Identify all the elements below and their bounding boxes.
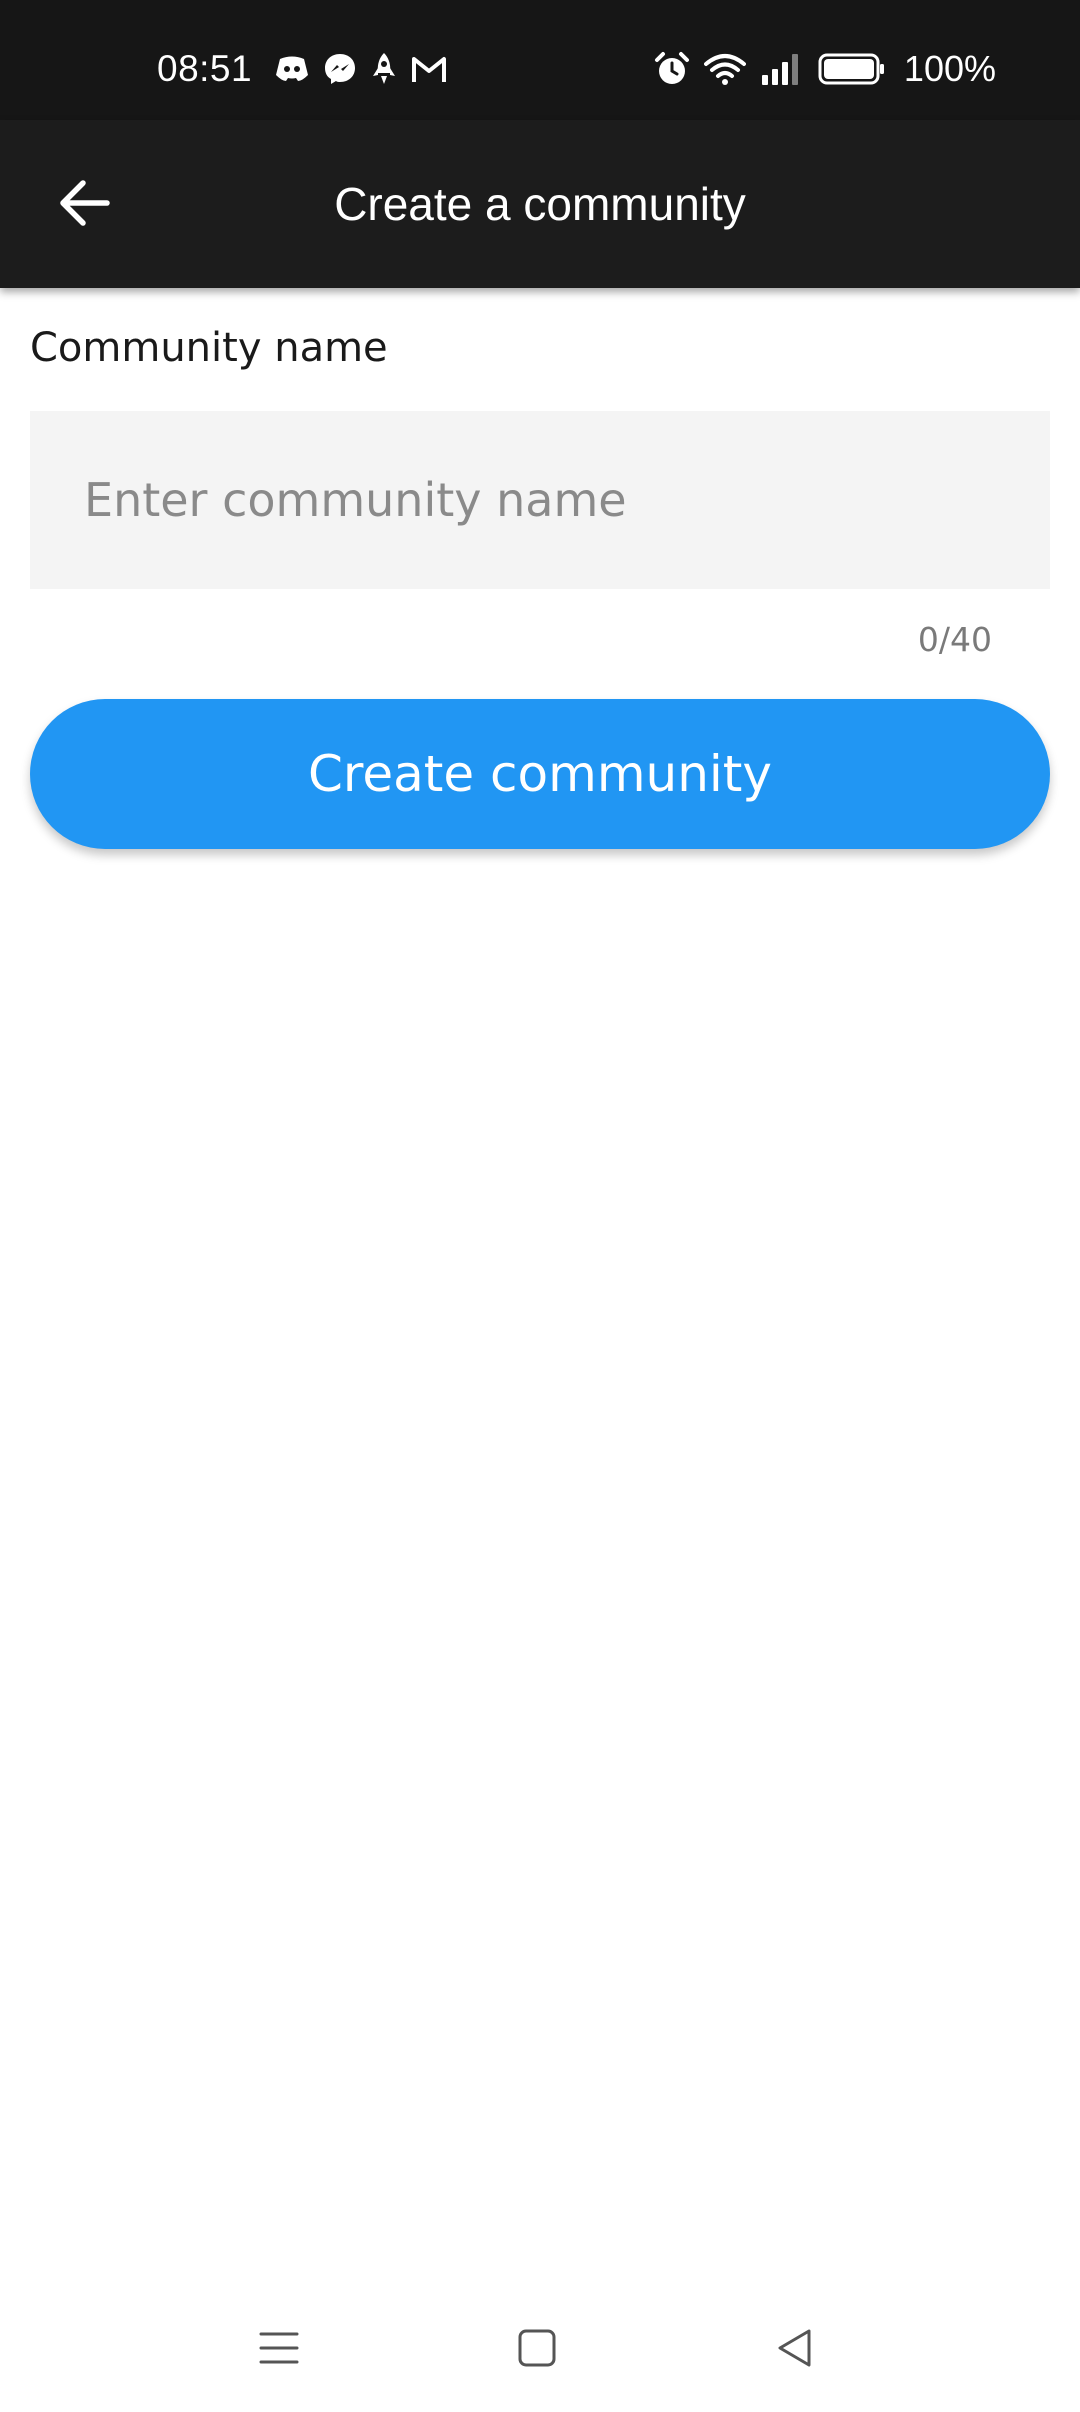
status-time: 08:51 bbox=[157, 48, 253, 89]
page-title: Create a community bbox=[334, 178, 746, 230]
menu-icon bbox=[259, 2328, 299, 2373]
create-community-button[interactable]: Create community bbox=[30, 699, 1050, 849]
status-bar: 08:51 100% bbox=[0, 0, 1080, 120]
recent-apps-button[interactable] bbox=[239, 2310, 319, 2390]
battery-icon bbox=[818, 52, 886, 86]
home-button[interactable] bbox=[497, 2310, 577, 2390]
gmail-icon bbox=[411, 54, 447, 84]
rocket-icon bbox=[371, 52, 397, 86]
wifi-icon bbox=[703, 52, 746, 86]
community-name-input[interactable] bbox=[30, 411, 1050, 589]
back-nav-button[interactable] bbox=[755, 2310, 835, 2390]
app-bar: Create a community bbox=[0, 120, 1080, 288]
home-square-icon bbox=[517, 2328, 557, 2373]
battery-percentage: 100% bbox=[903, 48, 996, 89]
community-name-label: Community name bbox=[30, 325, 388, 371]
signal-icon bbox=[760, 53, 804, 85]
system-navigation-bar bbox=[0, 2290, 1080, 2412]
character-counter: 0/40 bbox=[917, 620, 992, 659]
system-icons: 100% bbox=[654, 46, 996, 92]
back-button[interactable] bbox=[40, 160, 130, 250]
messenger-icon bbox=[323, 52, 357, 86]
arrow-left-icon bbox=[57, 178, 113, 233]
alarm-icon bbox=[654, 51, 690, 87]
notification-icons bbox=[275, 48, 447, 90]
back-triangle-icon bbox=[775, 2328, 815, 2373]
discord-icon bbox=[275, 54, 309, 84]
